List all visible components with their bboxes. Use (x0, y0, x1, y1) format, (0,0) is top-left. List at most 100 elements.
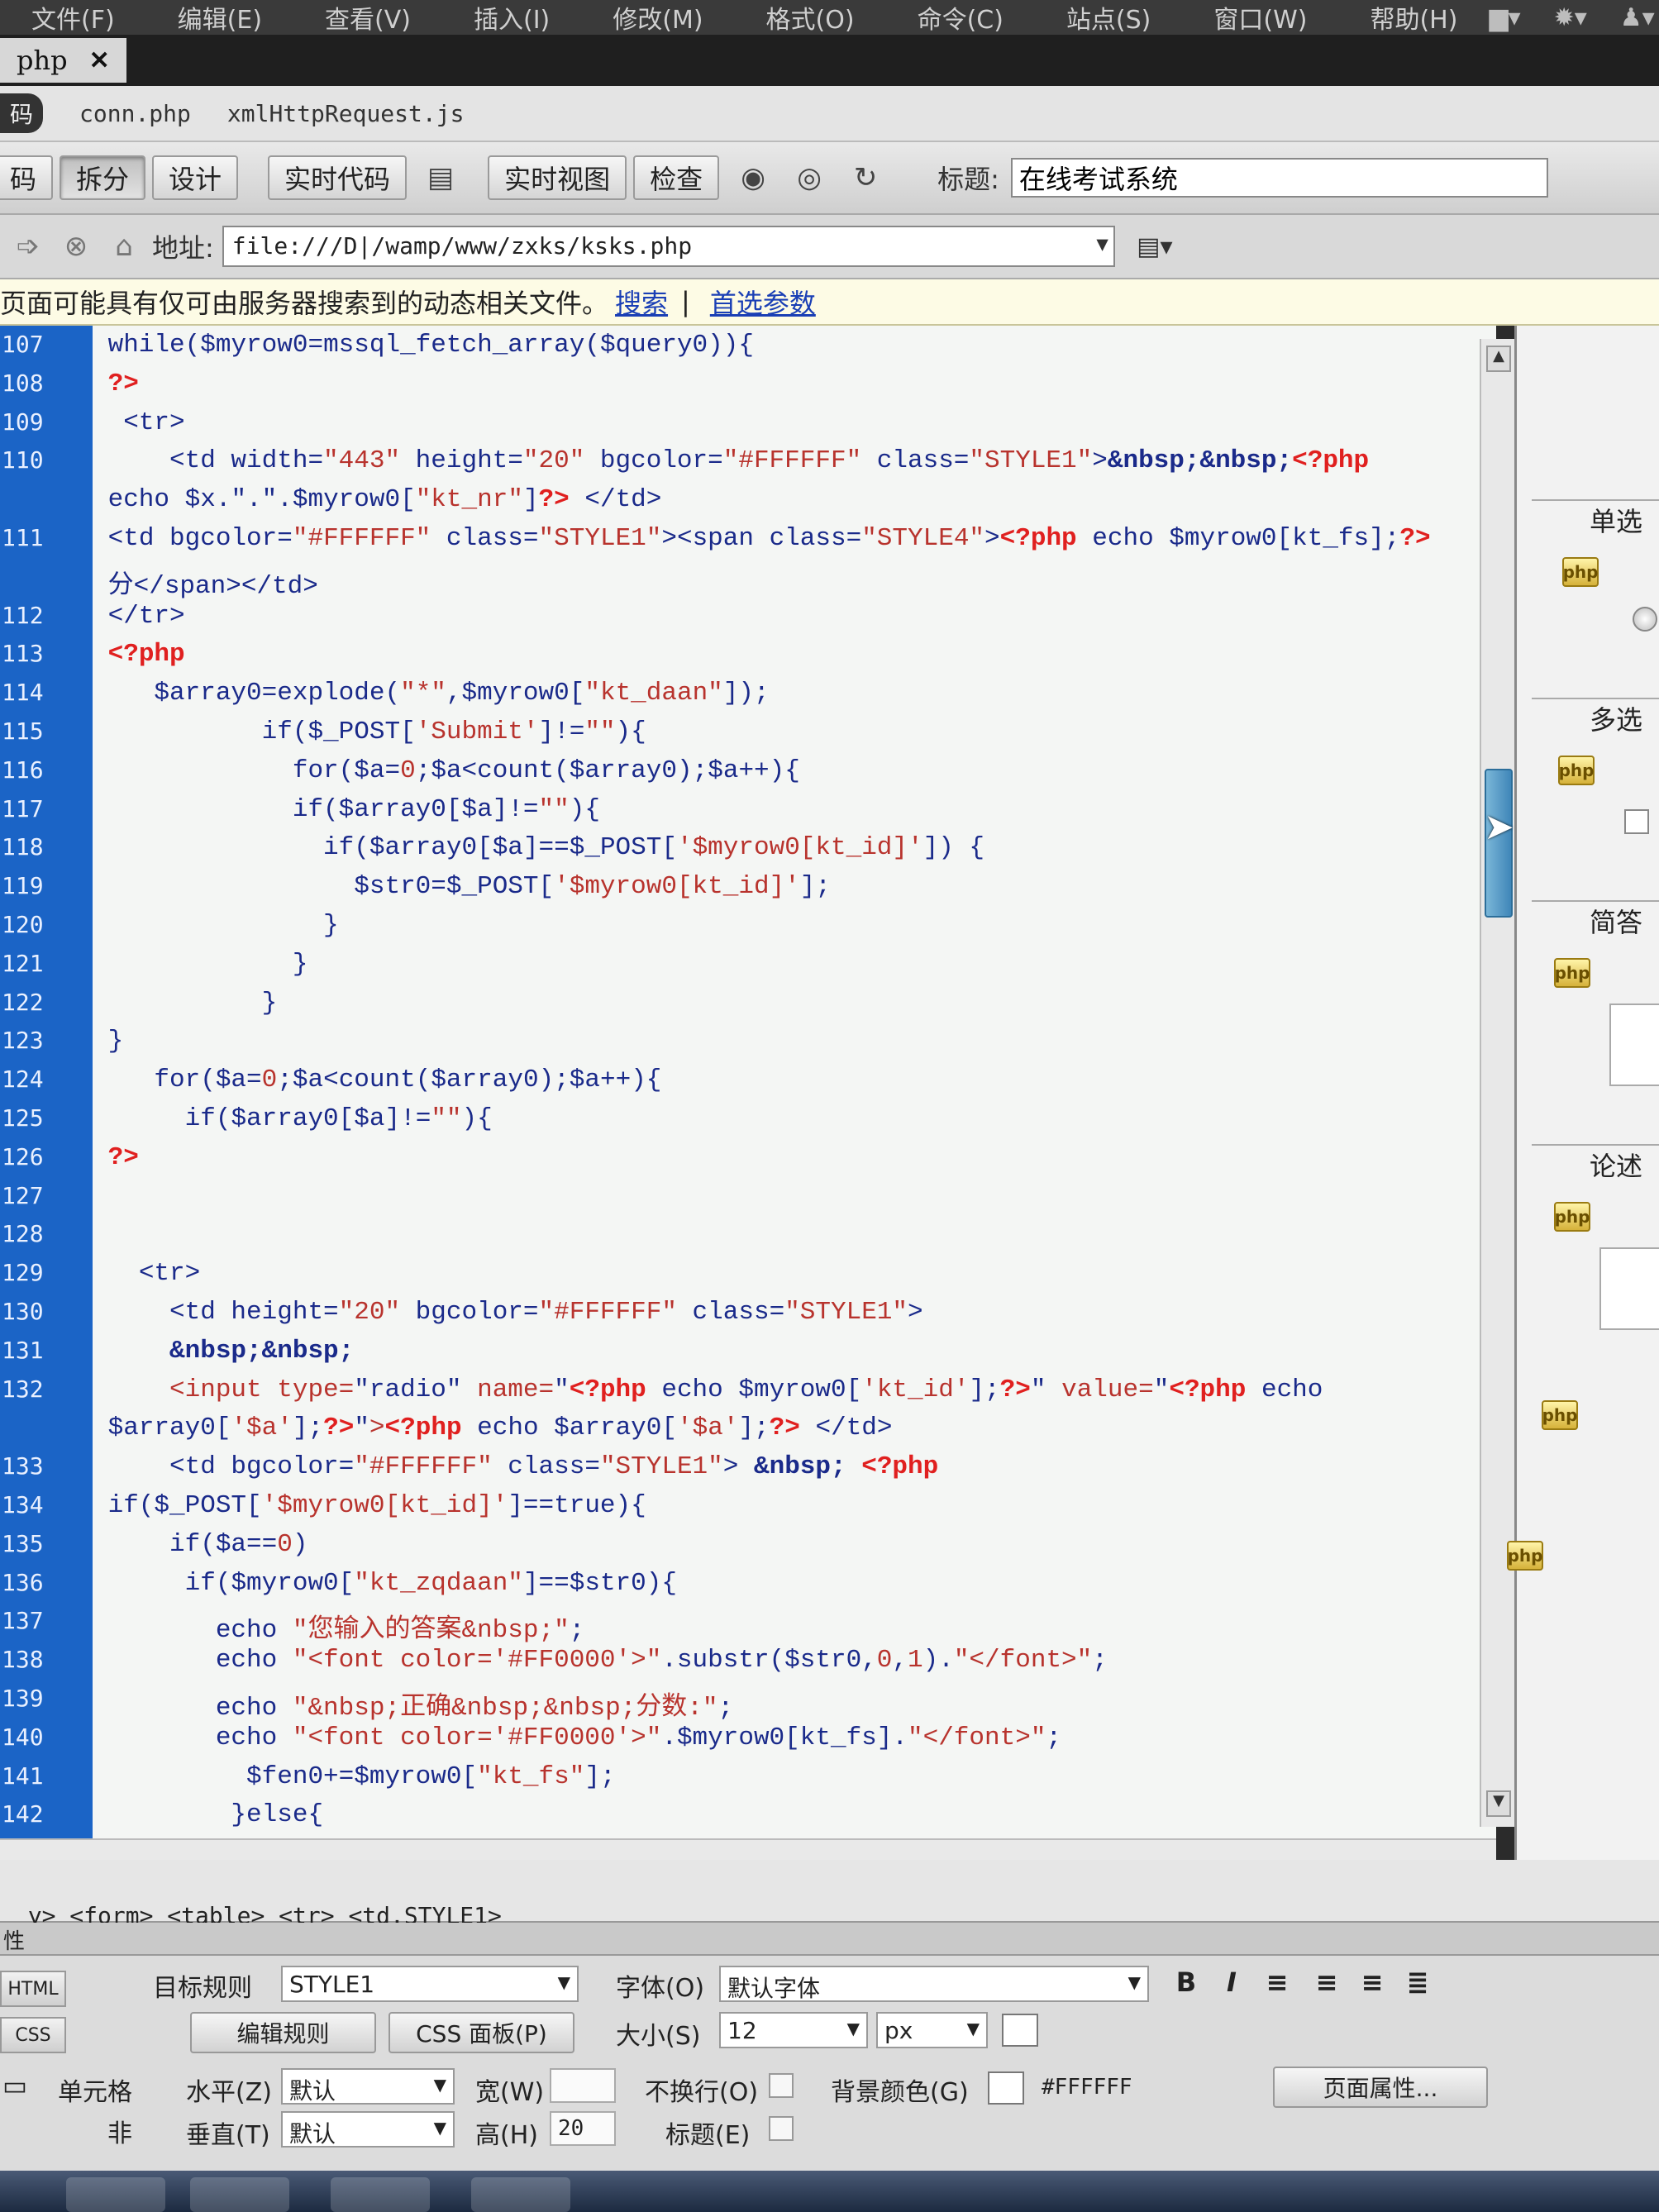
design-view-button[interactable]: 设计 (152, 155, 239, 200)
code-line[interactable]: while($myrow0=mssql_fetch_array($query0)… (93, 331, 754, 360)
height-input[interactable]: 20 (550, 2111, 616, 2146)
preferences-link[interactable]: 首选参数 (710, 283, 816, 321)
code-line[interactable]: echo "您输入的答案&nbsp;"; (93, 1607, 584, 1645)
search-link[interactable]: 搜索 (615, 283, 668, 321)
header-checkbox[interactable] (769, 2116, 794, 2141)
code-editor[interactable]: 107 while($myrow0=mssql_fetch_array($que… (0, 326, 1496, 1838)
php-icon[interactable]: php (1562, 557, 1599, 587)
code-line[interactable]: } (93, 911, 339, 940)
chevron-down-icon[interactable]: ▼ (1096, 232, 1108, 255)
align-left-icon[interactable]: ≡ (1261, 1964, 1294, 2000)
checkbox-icon[interactable] (1624, 809, 1649, 834)
split-cell-label[interactable]: 非 (107, 2113, 132, 2149)
nowrap-checkbox[interactable] (769, 2073, 794, 2098)
php-icon[interactable]: php (1542, 1400, 1578, 1430)
menu-item[interactable]: 格式(O) (735, 0, 886, 36)
html-mode-button[interactable]: HTML (0, 1971, 66, 2007)
source-code-tab[interactable]: 码 (0, 93, 44, 133)
align-justify-icon[interactable]: ≣ (1401, 1964, 1434, 2000)
code-line[interactable] (93, 1220, 108, 1249)
live-code-button[interactable]: 实时代码 (268, 155, 408, 200)
merge-cells-icon[interactable]: ▭ (0, 2067, 30, 2104)
code-line[interactable]: ?> (93, 369, 139, 398)
bgcolor-input[interactable]: #FFFFFF (1033, 2070, 1174, 2105)
home-icon[interactable]: ⌂ (104, 226, 144, 266)
code-line[interactable]: if($_POST['Submit']!=""){ (93, 717, 646, 746)
menu-item[interactable]: 站点(S) (1035, 0, 1182, 36)
stop-icon[interactable]: ⊗ (56, 226, 96, 266)
page-title-input[interactable] (1010, 158, 1548, 198)
code-line[interactable]: <input type="radio" name="<?php echo $my… (93, 1375, 1323, 1404)
menu-item[interactable]: 插入(I) (442, 0, 581, 36)
code-line[interactable]: ?> (93, 1143, 139, 1172)
code-line[interactable]: <td height="20" bgcolor="#FFFFFF" class=… (93, 1298, 923, 1327)
text-color-swatch[interactable] (1002, 2014, 1038, 2047)
code-line[interactable]: <td bgcolor="#FFFFFF" class="STYLE1"><sp… (93, 524, 1431, 553)
menu-item[interactable]: 窗口(W) (1182, 0, 1338, 36)
forward-icon[interactable]: ➩ (8, 226, 48, 266)
code-line[interactable]: } (93, 989, 278, 1018)
code-horizontal-scrollbar[interactable] (0, 1838, 1496, 1860)
menu-item[interactable]: 帮助(H) (1338, 0, 1489, 36)
code-line[interactable]: echo $x.".".$myrow0["kt_nr"]?> </td> (93, 485, 662, 514)
menu-item[interactable]: 命令(C) (886, 0, 1035, 36)
menu-item[interactable]: 编辑(E) (146, 0, 293, 36)
code-line[interactable]: 分</span></td> (93, 563, 318, 601)
code-line[interactable]: if($array0[$a]!=""){ (93, 795, 600, 824)
close-icon[interactable]: ✕ (89, 46, 110, 75)
scroll-down-icon[interactable]: ▼ (1486, 1790, 1511, 1817)
edit-rule-button[interactable]: 编辑规则 (190, 2012, 376, 2053)
target-rule-select[interactable]: STYLE1 ▼ (281, 1966, 579, 2002)
code-line[interactable]: if($a==0) (93, 1530, 307, 1559)
gear-icon[interactable]: ✹▾ (1554, 3, 1587, 32)
textarea-icon[interactable] (1599, 1247, 1659, 1330)
code-line[interactable] (93, 1182, 108, 1211)
css-panel-button[interactable]: CSS 面板(P) (389, 2012, 574, 2053)
code-line[interactable]: </tr> (93, 602, 185, 631)
width-input[interactable] (550, 2068, 616, 2103)
radio-icon[interactable] (1633, 607, 1657, 632)
user-icon[interactable]: ♟▾ (1620, 3, 1655, 32)
code-line[interactable]: }else{ (93, 1800, 323, 1829)
php-icon[interactable]: php (1554, 958, 1590, 988)
code-line[interactable]: <?php (93, 640, 185, 669)
code-line[interactable]: <td bgcolor="#FFFFFF" class="STYLE1"> &n… (93, 1452, 938, 1481)
live-view-button[interactable]: 实时视图 (488, 155, 627, 200)
php-icon[interactable]: php (1507, 1541, 1543, 1571)
code-line[interactable]: echo "<font color='#FF0000'>".$myrow0[kt… (93, 1723, 1061, 1752)
code-line[interactable]: for($a=0;$a<count($array0);$a++){ (93, 756, 800, 785)
layout-icon[interactable]: ▆▾ (1489, 3, 1520, 32)
code-line[interactable]: if($array0[$a]!=""){ (93, 1104, 493, 1133)
horizontal-align-select[interactable]: 默认 ▼ (281, 2068, 455, 2105)
taskbar-browser[interactable] (66, 2177, 165, 2212)
code-line[interactable]: <tr> (93, 1259, 200, 1288)
code-view-button[interactable]: 码 (0, 155, 54, 200)
font-select[interactable]: 默认字体 ▼ (719, 1966, 1149, 2002)
page-properties-button[interactable]: 页面属性... (1273, 2067, 1488, 2108)
align-right-icon[interactable]: ≡ (1356, 1964, 1389, 2000)
address-input[interactable]: file:///D|/wamp/www/zxks/ksks.php ▼ (222, 226, 1115, 267)
php-icon[interactable]: php (1558, 756, 1595, 785)
php-icon[interactable]: php (1554, 1202, 1590, 1232)
code-line[interactable]: } (93, 1027, 124, 1056)
size-select[interactable]: 12 ▼ (719, 2012, 868, 2048)
related-file-conn[interactable]: conn.php (79, 100, 191, 127)
textarea-icon[interactable] (1609, 1004, 1659, 1086)
split-view-button[interactable]: 拆分 (60, 155, 146, 200)
vertical-align-select[interactable]: 默认 ▼ (281, 2111, 455, 2148)
menu-item[interactable]: 文件(F) (0, 0, 146, 36)
inspect-button[interactable]: 检查 (633, 155, 720, 200)
related-file-xmlhttp[interactable]: xmlHttpRequest.js (227, 100, 465, 127)
visual-aids-icon[interactable]: ◎ (787, 155, 832, 200)
refresh-icon[interactable]: ↻ (843, 155, 888, 200)
code-line[interactable]: echo "&nbsp;正确&nbsp;&nbsp;分数:"; (93, 1685, 733, 1723)
code-line[interactable]: echo "<font color='#FF0000'>".substr($st… (93, 1646, 1108, 1675)
size-unit-select[interactable]: px ▼ (876, 2012, 988, 2048)
code-line[interactable]: $array0['$a'];?>"><?php echo $array0['$a… (93, 1413, 893, 1442)
design-view-pane[interactable]: 单选 php 多选 php 简答 php 论述 php php php (1507, 326, 1659, 1880)
browse-options-icon[interactable]: ▤▾ (1132, 226, 1178, 267)
code-line[interactable]: <td width="443" height="20" bgcolor="#FF… (93, 446, 1369, 475)
menu-item[interactable]: 修改(M) (581, 0, 734, 36)
taskbar-app[interactable] (331, 2177, 430, 2212)
document-tab[interactable]: php ✕ (0, 38, 126, 83)
